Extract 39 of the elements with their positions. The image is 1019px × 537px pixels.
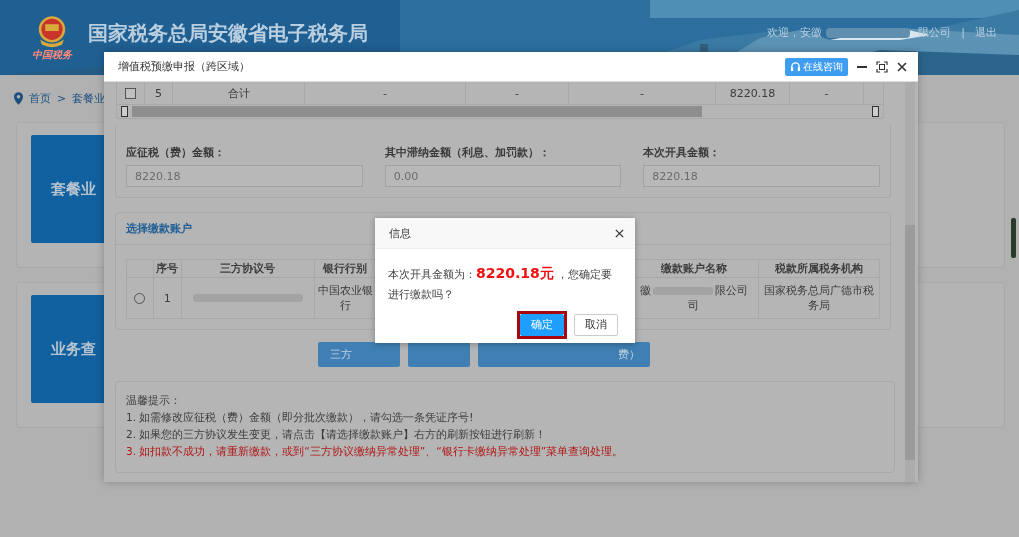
site-title: 国家税务总局安徽省电子税务局 — [88, 20, 368, 47]
action-button[interactable]: 三方 — [318, 342, 400, 367]
separator: | — [961, 26, 965, 39]
table-cell: 限公司 — [714, 283, 748, 298]
action-button[interactable]: 费） — [478, 342, 650, 367]
amount-field[interactable]: 0.00 — [384, 165, 622, 187]
table-cell: 司 — [688, 298, 700, 313]
tip-text: 3. 如扣款不成功，请重新缴款，或到“三方协议缴纳异常处理”、“银行卡缴纳异常处理”菜单查询处理。 — [126, 444, 625, 459]
breadcrumb-link[interactable]: 套餐业 — [72, 91, 106, 106]
amount-field[interactable]: 8220.18 — [643, 165, 880, 187]
column-header: 税款所属税务机构 — [774, 261, 865, 276]
confirm-button[interactable]: 确定 — [520, 314, 564, 336]
tip-text: 1. 如需修改应征税（费）金额（即分批次缴款），请勾选一条凭证序号! — [126, 410, 475, 425]
table-cell: 合计 — [173, 82, 305, 104]
online-consult-button[interactable]: 在线咨询 — [785, 57, 848, 76]
amount-field[interactable]: 8220.18 — [126, 165, 363, 187]
home-link[interactable]: 首页 — [29, 91, 51, 106]
table-cell: 徽 — [639, 283, 651, 298]
table-cell-text: 国家税务总局广德市税务局 — [763, 283, 876, 313]
table-cell: - — [569, 82, 716, 104]
dialog-title: 信息 — [389, 225, 411, 241]
column-header: 序号 — [153, 260, 182, 277]
table-cell: - — [466, 82, 569, 104]
table-cell: - — [790, 82, 864, 104]
table-cell: - — [305, 82, 466, 104]
modal-title: 增值税预缴申报（跨区域） — [118, 59, 250, 74]
breadcrumb-separator: > — [57, 92, 67, 105]
field-label: 本次开具金额： — [643, 145, 722, 160]
logo-text: 中国税务 — [32, 47, 72, 62]
tip-text: 2. 如果您的三方协议发生变更，请点击【请选择缴款账户】右方的刷新按钮进行刷新！ — [126, 427, 548, 442]
welcome-text: 欢迎，安徽 — [767, 25, 823, 40]
cancel-button[interactable]: 取消 — [574, 314, 618, 336]
table-cell: 5 — [145, 82, 173, 104]
table-cell: 1 — [153, 278, 182, 318]
column-header: 三方协议号 — [181, 260, 315, 277]
logout-link[interactable]: 退出 — [975, 25, 997, 40]
field-label: 其中滞纳金额（利息、加罚款）： — [384, 145, 551, 160]
dialog-message: 本次开具金额为：8220.18元 ，您确定要进行缴款吗？ — [387, 264, 614, 302]
table-cell: 8220.18 — [716, 82, 790, 104]
